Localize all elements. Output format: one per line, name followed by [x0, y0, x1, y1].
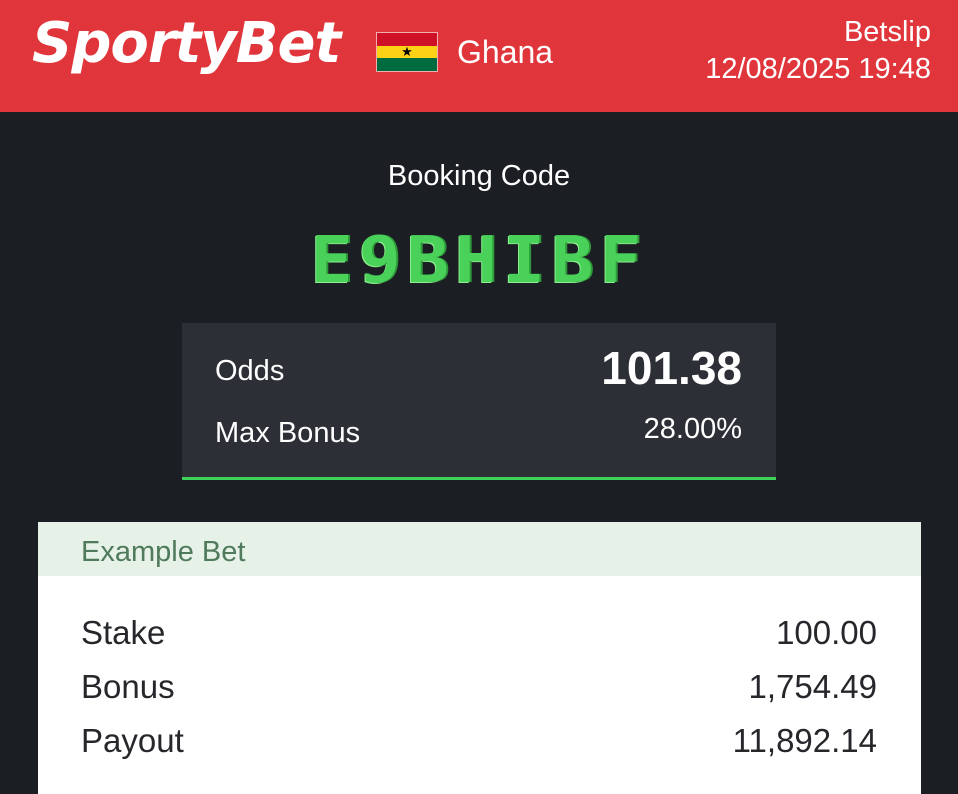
bonus-label: Bonus — [81, 668, 175, 705]
example-bet-header: Example Bet — [38, 522, 921, 576]
page-title: Betslip — [843, 16, 931, 48]
bonus-value: 1,754.49 — [748, 668, 877, 705]
booking-code-label: Booking Code — [387, 160, 571, 192]
odds-summary-card: Odds 101.38 Max Bonus 28.00% — [182, 323, 776, 480]
odds-value: 101.38 — [601, 342, 742, 394]
sportybet-logo[interactable]: SportyBet — [32, 8, 341, 80]
example-bet-card: Example Bet Stake 100.00 Bonus 1,754.49 … — [38, 522, 921, 794]
ghana-flag-icon: ★ — [376, 32, 438, 72]
max-bonus-value: 28.00% — [643, 413, 742, 445]
stake-label: Stake — [81, 614, 166, 651]
max-bonus-label: Max Bonus — [215, 417, 361, 449]
odds-label: Odds — [215, 355, 285, 387]
betslip-datetime: 12/08/2025 19:48 — [705, 53, 931, 85]
example-bet-title: Example Bet — [81, 536, 246, 568]
app-header: SportyBet ★ Ghana Betslip 12/08/2025 19:… — [0, 0, 958, 112]
booking-code-value[interactable]: E9BHIBF — [0, 221, 958, 298]
payout-value: 11,892.14 — [732, 722, 877, 759]
payout-label: Payout — [81, 722, 184, 759]
country-label: Ghana — [457, 34, 554, 70]
stake-value: 100.00 — [776, 614, 877, 651]
